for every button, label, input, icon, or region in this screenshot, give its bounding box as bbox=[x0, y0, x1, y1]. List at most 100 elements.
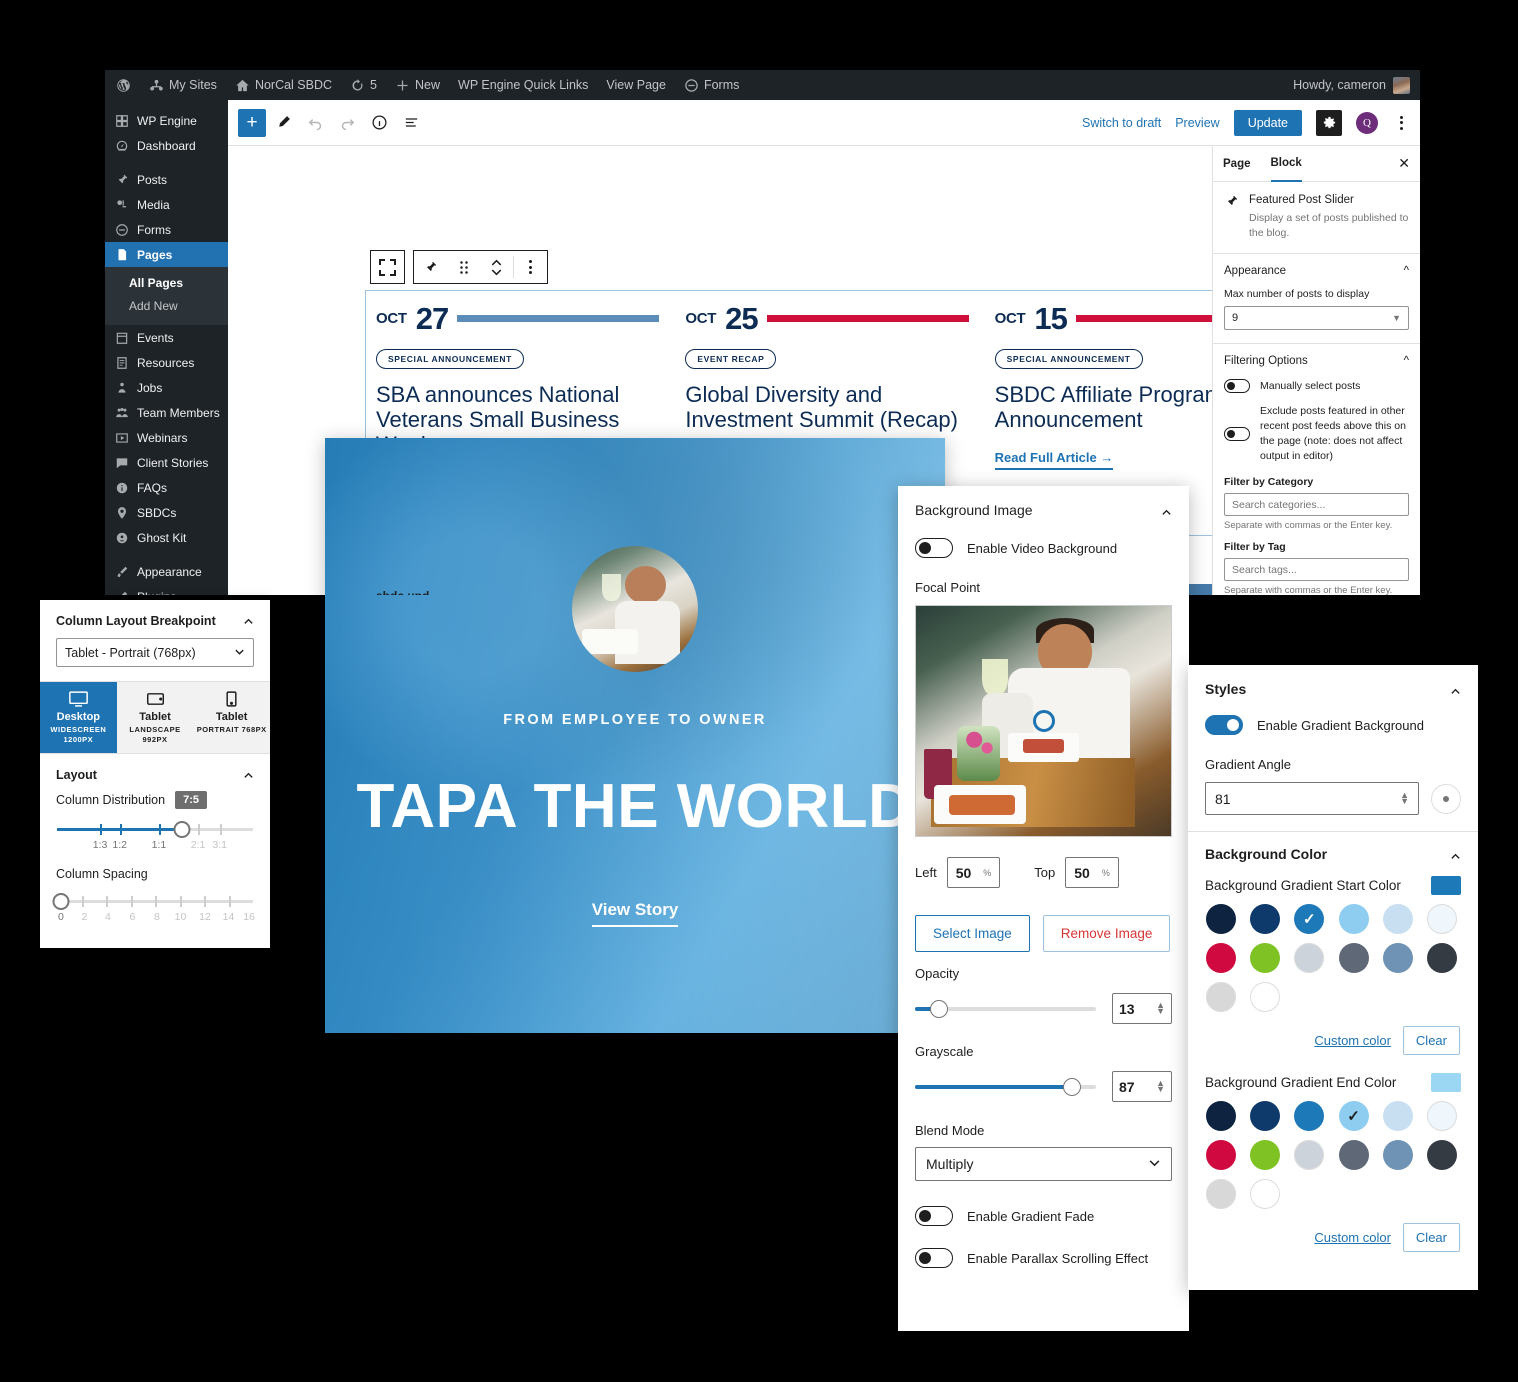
sidebar-item-webinars[interactable]: Webinars bbox=[105, 425, 228, 450]
edit-pencil-icon[interactable] bbox=[268, 108, 298, 138]
color-swatch[interactable] bbox=[1250, 943, 1281, 973]
color-swatch[interactable] bbox=[1294, 1140, 1325, 1170]
gradient-angle-input[interactable]: 81 ▲ ▼ bbox=[1205, 782, 1419, 815]
color-swatch[interactable] bbox=[1294, 943, 1325, 973]
color-swatch[interactable] bbox=[1294, 1101, 1325, 1131]
submenu-item-all-pages[interactable]: All Pages bbox=[105, 272, 228, 295]
grayscale-slider[interactable] bbox=[915, 1077, 1096, 1096]
color-swatch[interactable] bbox=[1382, 943, 1413, 973]
sidebar-item-ghost-kit[interactable]: Ghost Kit bbox=[105, 525, 228, 550]
wpengine-quicklinks-menu[interactable]: WP Engine Quick Links bbox=[449, 70, 597, 100]
color-swatch[interactable] bbox=[1206, 1101, 1236, 1131]
opacity-slider[interactable] bbox=[915, 999, 1096, 1018]
switch-to-draft-button[interactable]: Switch to draft bbox=[1082, 116, 1161, 130]
angle-dial[interactable] bbox=[1431, 783, 1461, 814]
sidebar-item-client-stories[interactable]: Client Stories bbox=[105, 450, 228, 475]
color-swatch-selected[interactable]: ✓ bbox=[1338, 1101, 1369, 1131]
color-swatch[interactable] bbox=[1382, 904, 1413, 934]
styles-header[interactable]: Styles bbox=[1188, 665, 1478, 697]
device-tab-tablet-portrait[interactable]: Tablet PORTRAIT 768PX bbox=[193, 682, 271, 753]
appearance-header[interactable]: Appearance ^ bbox=[1224, 265, 1409, 277]
search-categories-input[interactable] bbox=[1224, 493, 1409, 517]
sidebar-item-plugins[interactable]: Plugins bbox=[105, 584, 228, 595]
sidebar-item-events[interactable]: Events bbox=[105, 325, 228, 350]
slider-knob[interactable] bbox=[1063, 1077, 1082, 1096]
column-distribution-slider[interactable] bbox=[57, 821, 253, 838]
preview-button[interactable]: Preview bbox=[1175, 116, 1219, 130]
opacity-input[interactable]: 13 ▲ ▼ bbox=[1112, 993, 1172, 1024]
drag-handle-icon[interactable] bbox=[447, 251, 480, 283]
grayscale-input[interactable]: 87 ▲ ▼ bbox=[1112, 1071, 1172, 1102]
sidebar-item-sbdcs[interactable]: SBDCs bbox=[105, 500, 228, 525]
forms-menu[interactable]: Forms bbox=[675, 70, 748, 100]
clear-color-button[interactable]: Clear bbox=[1402, 1223, 1460, 1252]
sidebar-item-dashboard[interactable]: Dashboard bbox=[105, 133, 228, 158]
slider-knob[interactable] bbox=[173, 821, 191, 838]
color-swatch[interactable] bbox=[1338, 904, 1369, 934]
kebab-menu-icon[interactable] bbox=[1392, 115, 1410, 130]
stepper-arrows-icon[interactable]: ▲ ▼ bbox=[1156, 1001, 1165, 1015]
max-posts-select[interactable]: 9 ▼ bbox=[1224, 306, 1409, 331]
color-swatch[interactable] bbox=[1338, 1140, 1369, 1170]
sidebar-item-appearance[interactable]: Appearance bbox=[105, 559, 228, 584]
site-name-menu[interactable]: NorCal SBDC bbox=[226, 70, 341, 100]
close-icon[interactable]: ✕ bbox=[1398, 155, 1410, 172]
sidebar-item-faqs[interactable]: FAQs bbox=[105, 475, 228, 500]
color-swatch[interactable] bbox=[1338, 943, 1369, 973]
device-tab-desktop[interactable]: Desktop WIDESCREEN 1200PX bbox=[40, 682, 117, 753]
color-swatch[interactable] bbox=[1426, 904, 1457, 934]
color-swatch[interactable] bbox=[1206, 982, 1236, 1012]
color-swatch[interactable] bbox=[1426, 1101, 1457, 1131]
select-parent-icon[interactable] bbox=[371, 251, 404, 283]
color-swatch[interactable] bbox=[1426, 1140, 1457, 1170]
sidebar-item-resources[interactable]: Resources bbox=[105, 350, 228, 375]
enable-gradient-background-toggle[interactable] bbox=[1205, 715, 1243, 735]
view-page-link[interactable]: View Page bbox=[597, 70, 675, 100]
sidebar-item-wp-engine[interactable]: WP Engine bbox=[105, 108, 228, 133]
exclude-posts-toggle[interactable] bbox=[1224, 426, 1250, 441]
color-swatch[interactable] bbox=[1206, 1140, 1236, 1170]
pin-block-icon[interactable] bbox=[414, 251, 447, 283]
enable-video-background-toggle[interactable] bbox=[915, 538, 953, 558]
sidebar-item-media[interactable]: Media bbox=[105, 192, 228, 217]
update-button[interactable]: Update bbox=[1233, 109, 1302, 136]
enable-gradient-fade-toggle[interactable] bbox=[915, 1206, 953, 1226]
submenu-item-add-new[interactable]: Add New bbox=[105, 295, 228, 318]
column-spacing-slider[interactable] bbox=[52, 893, 253, 910]
updates-menu[interactable]: 5 bbox=[341, 70, 386, 100]
color-swatch[interactable] bbox=[1250, 1101, 1281, 1131]
background-image-header[interactable]: Background Image bbox=[898, 486, 1189, 518]
color-swatch-selected[interactable]: ✓ bbox=[1294, 904, 1325, 934]
breakpoint-header[interactable]: Column Layout Breakpoint bbox=[40, 600, 270, 638]
settings-button[interactable] bbox=[1316, 109, 1342, 136]
custom-color-link[interactable]: Custom color bbox=[1314, 1230, 1391, 1245]
sidebar-item-jobs[interactable]: Jobs bbox=[105, 375, 228, 400]
read-full-article-link[interactable]: Read Full Article → bbox=[994, 450, 1114, 470]
focal-left-input[interactable]: 50 % bbox=[946, 857, 1001, 888]
add-block-button[interactable]: + bbox=[238, 108, 266, 137]
color-swatch[interactable] bbox=[1206, 904, 1236, 934]
color-swatch[interactable] bbox=[1250, 1179, 1281, 1209]
tab-page[interactable]: Page bbox=[1223, 158, 1251, 170]
color-swatch[interactable] bbox=[1250, 904, 1281, 934]
sidebar-item-pages[interactable]: Pages bbox=[105, 242, 228, 267]
select-image-button[interactable]: Select Image bbox=[915, 915, 1030, 952]
color-swatch[interactable] bbox=[1250, 1140, 1281, 1170]
my-sites-menu[interactable]: My Sites bbox=[140, 70, 226, 100]
sidebar-item-forms[interactable]: Forms bbox=[105, 217, 228, 242]
device-tab-tablet-landscape[interactable]: Tablet LANDSCAPE 992PX bbox=[116, 682, 194, 753]
block-options-icon[interactable] bbox=[514, 251, 547, 283]
slider-knob[interactable] bbox=[52, 893, 70, 910]
focal-top-input[interactable]: 50 % bbox=[1065, 857, 1119, 888]
color-swatch[interactable] bbox=[1426, 943, 1457, 973]
stepper-arrows-icon[interactable]: ▲ ▼ bbox=[1156, 1079, 1165, 1093]
move-updown-icon[interactable] bbox=[480, 251, 513, 283]
wordpress-logo-menu[interactable] bbox=[107, 70, 140, 100]
search-tags-input[interactable] bbox=[1224, 558, 1409, 582]
color-swatch[interactable] bbox=[1206, 943, 1236, 973]
manually-select-toggle[interactable] bbox=[1224, 379, 1250, 394]
jetpack-icon[interactable]: Q bbox=[1356, 111, 1378, 134]
sidebar-item-team-members[interactable]: Team Members bbox=[105, 400, 228, 425]
custom-color-link[interactable]: Custom color bbox=[1314, 1033, 1391, 1048]
redo-icon[interactable] bbox=[332, 108, 362, 138]
